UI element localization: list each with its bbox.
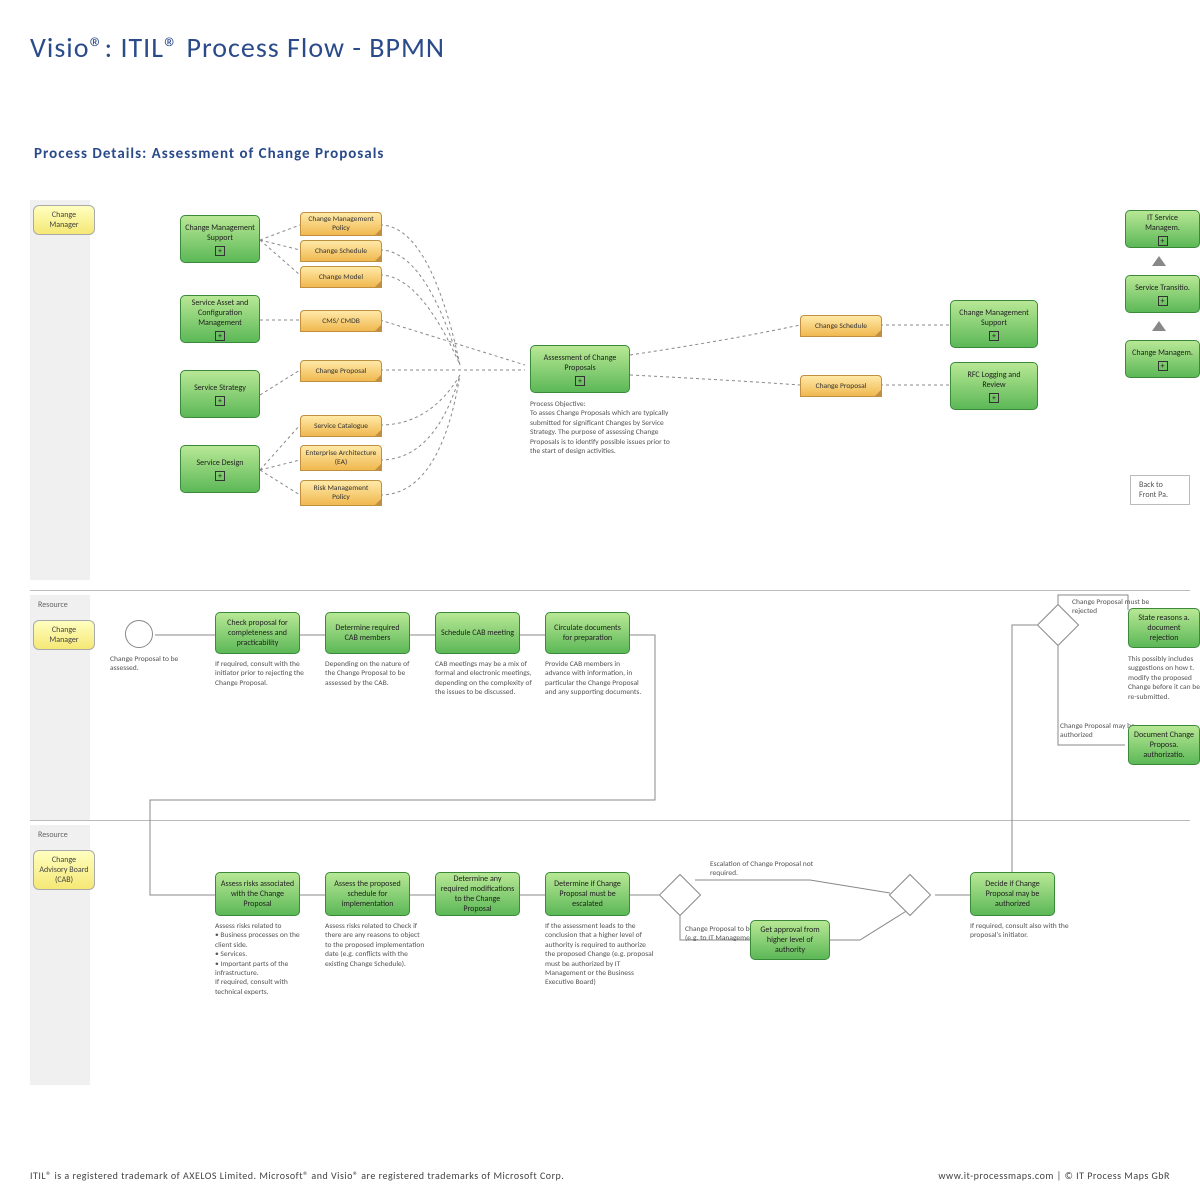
subprocess-icon: + — [1158, 296, 1168, 306]
task-service-transition[interactable]: Service Transitio. + — [1125, 275, 1200, 313]
subprocess-icon: + — [215, 396, 225, 406]
subprocess-icon: + — [575, 376, 585, 386]
start-event[interactable] — [125, 620, 153, 648]
task-get-approval[interactable]: Get approval from higher level of author… — [750, 920, 830, 960]
resource-label-2: Resource — [38, 830, 68, 840]
note-r1-3: Provide CAB members in advance with info… — [545, 660, 645, 698]
task-label: Change Management Support — [955, 308, 1033, 328]
subprocess-icon: + — [1158, 361, 1168, 371]
subprocess-icon: + — [989, 393, 999, 403]
chevron-up-icon — [1152, 256, 1166, 266]
task-label: Service Transitio. — [1135, 283, 1190, 293]
note-r2-1: Assess risks related to Check if there a… — [325, 922, 425, 969]
subprocess-icon: + — [215, 246, 225, 256]
task-decide-authorize[interactable]: Decide if Change Proposal may be authori… — [970, 872, 1055, 916]
task-determine-escalate[interactable]: Determine if Change Proposal must be esc… — [545, 872, 630, 916]
subprocess-icon: + — [989, 331, 999, 341]
gateway-escalation[interactable] — [659, 874, 701, 916]
doc-change-mgmt-policy[interactable]: Change Management Policy — [300, 212, 382, 236]
task-determine-mods[interactable]: Determine any required modifications to … — [435, 872, 520, 916]
task-state-reasons[interactable]: State reasons a. document rejection — [1128, 608, 1200, 648]
task-assess-schedule[interactable]: Assess the proposed schedule for impleme… — [325, 872, 410, 916]
task-determine-cab[interactable]: Determine required CAB members — [325, 612, 410, 654]
note-r1-2: CAB meetings may be a mix of formal and … — [435, 660, 535, 698]
task-label: Assessment of Change Proposals — [535, 353, 625, 373]
task-document-auth[interactable]: Document Change Proposa. authorizatio. — [1128, 725, 1200, 765]
task-service-design[interactable]: Service Design + — [180, 445, 260, 493]
doc-ea[interactable]: Enterprise Architecture (EA) — [300, 445, 382, 471]
task-service-strategy[interactable]: Service Strategy + — [180, 370, 260, 418]
lane-header-bg — [30, 200, 90, 580]
doc-out-change-schedule[interactable]: Change Schedule — [800, 315, 882, 337]
task-assessment-change-proposals[interactable]: Assessment of Change Proposals + — [530, 345, 630, 393]
role-change-manager-lower: Change Manager — [33, 620, 95, 650]
doc-risk-mgmt-policy[interactable]: Risk Management Policy — [300, 480, 382, 506]
role-change-manager-upper: Change Manager — [33, 205, 95, 235]
note-start: Change Proposal to be assessed. — [110, 655, 180, 674]
page-title: Visio®: ITIL® Process Flow - BPMN — [30, 30, 445, 65]
task-rfc-logging[interactable]: RFC Logging and Review + — [950, 362, 1038, 410]
task-label: Service Strategy — [194, 383, 246, 393]
chevron-up-icon — [1152, 321, 1166, 331]
footer: ITIL® is a registered trademark of AXELO… — [30, 1169, 1170, 1182]
task-label: IT Service Managem. — [1130, 213, 1195, 233]
task-it-service-mgmt[interactable]: IT Service Managem. + — [1125, 210, 1200, 248]
lane-separator-2 — [30, 820, 1190, 821]
task-label: Change Managem. — [1132, 348, 1193, 358]
doc-cms-cmdb[interactable]: CMS/ CMDB — [300, 310, 382, 332]
note-r2-3: If the assessment leads to the conclusio… — [545, 922, 655, 988]
doc-change-schedule[interactable]: Change Schedule — [300, 240, 382, 262]
doc-service-catalogue[interactable]: Service Catalogue — [300, 415, 382, 437]
doc-change-model[interactable]: Change Model — [300, 266, 382, 288]
subtitle: Process Details: Assessment of Change Pr… — [34, 145, 384, 163]
footer-right: www.it-processmaps.com | © IT Process Ma… — [938, 1169, 1170, 1182]
doc-change-proposal[interactable]: Change Proposal — [300, 360, 382, 382]
task-label: Change Management Support — [185, 223, 255, 243]
diagram-canvas: Change Manager Change Management Support… — [30, 200, 1190, 1140]
task-change-mgmt-support[interactable]: Change Management Support + — [180, 215, 260, 263]
note-r1-0: If required, consult with the initiator … — [215, 660, 310, 688]
note-process-objective: Process Objective: To asses Change Propo… — [530, 400, 680, 456]
task-cms-right[interactable]: Change Management Support + — [950, 300, 1038, 348]
note-r1-1: Depending on the nature of the Change Pr… — [325, 660, 420, 688]
gw-label-no-escalate: Escalation of Change Proposal not requir… — [710, 860, 820, 879]
task-circulate-docs[interactable]: Circulate documents for preparation — [545, 612, 630, 654]
note-r2-0: Assess risks related to • Business proce… — [215, 922, 315, 997]
subprocess-icon: + — [215, 471, 225, 481]
role-cab: Change Advisory Board (CAB) — [33, 850, 95, 890]
task-schedule-cab[interactable]: Schedule CAB meeting — [435, 612, 520, 654]
task-change-mgmt-far[interactable]: Change Managem. + — [1125, 340, 1200, 378]
doc-out-change-proposal[interactable]: Change Proposal — [800, 375, 882, 397]
resource-label-1: Resource — [38, 600, 68, 610]
subprocess-icon: + — [215, 331, 225, 341]
note-end-reject: This possibly includes suggestions on ho… — [1128, 655, 1200, 702]
task-label: Service Design — [197, 458, 244, 468]
gateway-merge[interactable] — [889, 874, 931, 916]
task-label: RFC Logging and Review — [955, 370, 1033, 390]
task-label: Service Asset and Configuration Manageme… — [185, 298, 255, 328]
subprocess-icon: + — [1158, 236, 1168, 246]
footer-left: ITIL® is a registered trademark of AXELO… — [30, 1169, 564, 1182]
task-sacm[interactable]: Service Asset and Configuration Manageme… — [180, 295, 260, 343]
task-check-proposal[interactable]: Check proposal for completeness and prac… — [215, 612, 300, 654]
lane-separator — [30, 590, 1190, 591]
note-decide: If required, consult also with the propo… — [970, 922, 1070, 941]
task-assess-risks[interactable]: Assess risks associated with the Change … — [215, 872, 300, 916]
back-to-front-button[interactable]: Back to Front Pa. — [1130, 475, 1190, 505]
